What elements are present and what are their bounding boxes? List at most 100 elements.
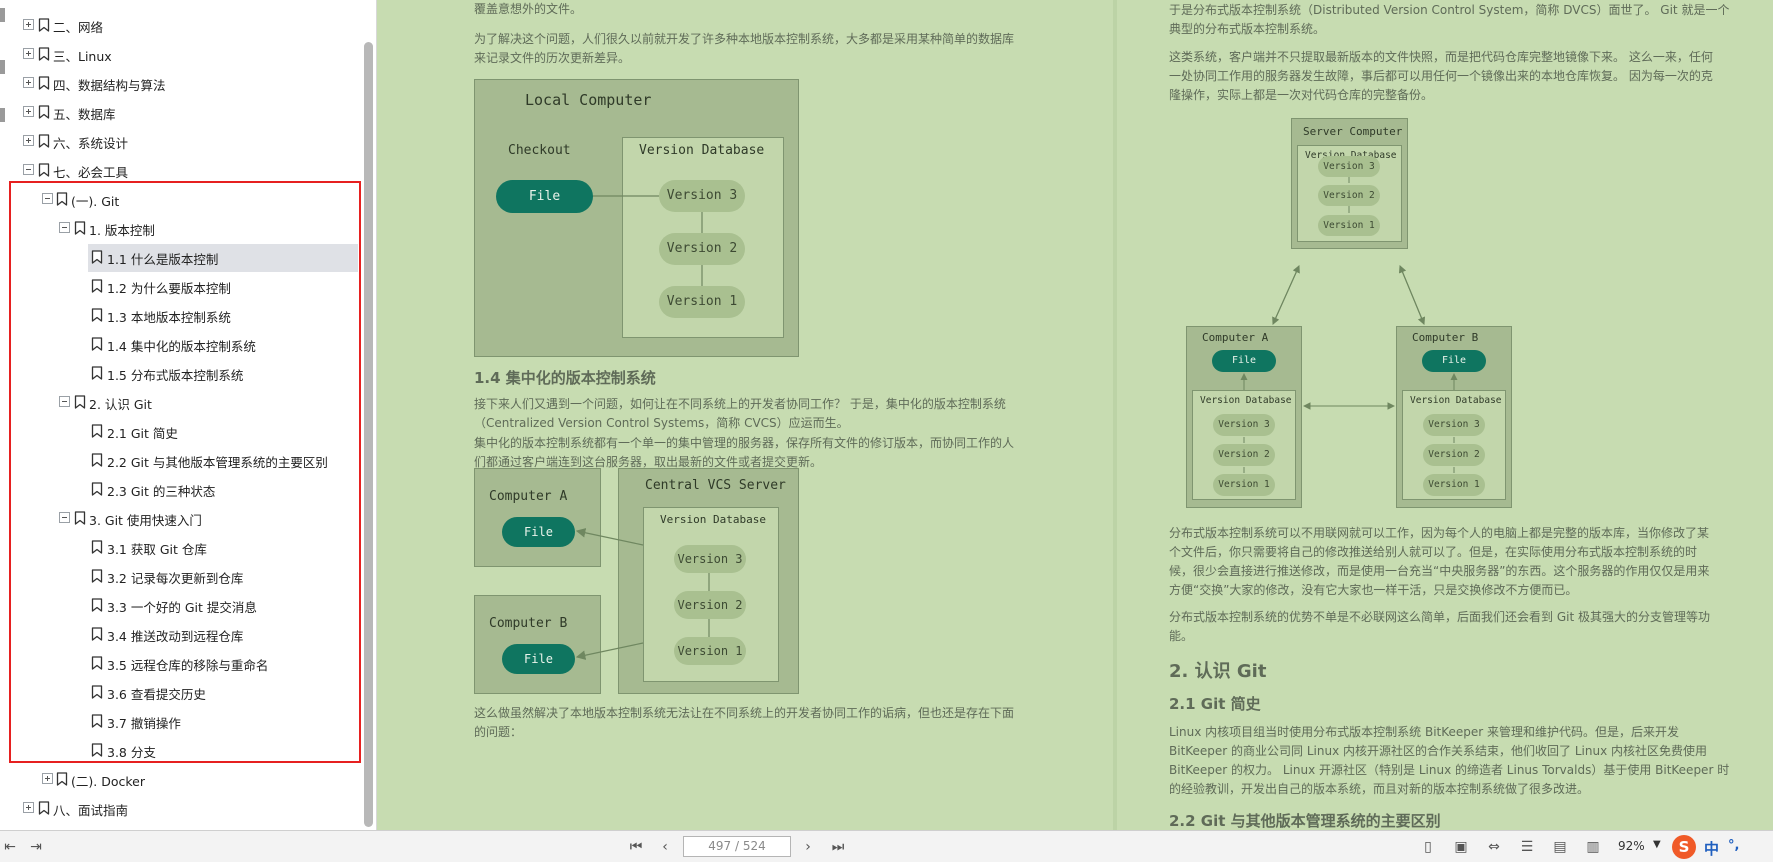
bookmark-label: (一). Git bbox=[71, 194, 120, 209]
bookmark-item[interactable]: 2.3 Git 的三种状态 bbox=[0, 475, 360, 504]
last-page-icon[interactable]: ⏭ bbox=[830, 838, 846, 856]
sidebar-toggle-icon[interactable]: ⇤ bbox=[2, 838, 18, 856]
pdf-page-left: 覆盖意想外的文件。 为了解决这个问题，人们很久以前就开发了许多种本地版本控制系统… bbox=[377, 0, 1113, 830]
page-number-input[interactable]: 497 / 524 bbox=[683, 836, 791, 857]
checkout-label: Checkout bbox=[508, 143, 571, 158]
server-computer-title: Server Computer bbox=[1303, 125, 1403, 138]
dist-a-version-1-node: Version 1 bbox=[1213, 474, 1275, 496]
fit-width-icon[interactable]: ⇔ bbox=[1486, 838, 1502, 856]
bookmark-item[interactable]: (一). Git bbox=[0, 185, 360, 214]
continuous-view-icon[interactable]: ☰ bbox=[1519, 838, 1535, 856]
collapse-icon[interactable] bbox=[42, 193, 53, 204]
computer-a-title: Computer A bbox=[489, 489, 568, 504]
bookmark-item[interactable]: 1.4 集中化的版本控制系统 bbox=[0, 330, 360, 359]
bookmark-label: 2.2 Git 与其他版本管理系统的主要区别 bbox=[107, 455, 328, 470]
bookmark-item[interactable]: 3.1 获取 Git 仓库 bbox=[0, 533, 360, 562]
collapse-icon[interactable] bbox=[59, 396, 70, 407]
scroll-view-icon[interactable]: ▤ bbox=[1552, 838, 1568, 856]
bookmark-icon bbox=[91, 540, 103, 554]
expand-icon[interactable] bbox=[23, 106, 34, 117]
bookmark-item[interactable]: 3.5 远程仓库的移除与重命名 bbox=[0, 649, 360, 678]
bookmark-item[interactable]: 2.2 Git 与其他版本管理系统的主要区别 bbox=[0, 446, 360, 475]
bookmark-item[interactable]: 三、Linux bbox=[0, 40, 360, 69]
document-view[interactable]: 覆盖意想外的文件。 为了解决这个问题，人们很久以前就开发了许多种本地版本控制系统… bbox=[377, 0, 1773, 830]
bookmark-icon bbox=[38, 134, 50, 148]
two-page-view-icon[interactable]: ▥ bbox=[1585, 838, 1601, 856]
paragraph-intro: 为了解决这个问题，人们很久以前就开发了许多种本地版本控制系统，大多都是采用某种简… bbox=[474, 30, 1014, 68]
expand-icon[interactable] bbox=[23, 19, 34, 30]
bookmark-item[interactable]: 八、面试指南 bbox=[0, 794, 360, 823]
bookmark-item[interactable]: 2. 认识 Git bbox=[0, 388, 360, 417]
expand-icon[interactable] bbox=[42, 773, 53, 784]
bookmarks-sidebar: 二、网络 三、Linux 四、数据结构与算法 五、数据库 六、系统设计七、必会工具 (一)… bbox=[0, 0, 377, 830]
bookmark-label: 3.4 推送改动到远程仓库 bbox=[107, 629, 244, 644]
expand-icon[interactable] bbox=[23, 802, 34, 813]
bookmark-item[interactable]: 四、数据结构与算法 bbox=[0, 69, 360, 98]
single-page-view-icon[interactable]: ▯ bbox=[1420, 838, 1436, 856]
bookmark-icon bbox=[91, 482, 103, 496]
bookmark-item[interactable]: 3.3 一个好的 Git 提交消息 bbox=[0, 591, 360, 620]
zoom-dropdown-icon[interactable]: ▼ bbox=[1653, 839, 1661, 850]
next-page-icon[interactable]: › bbox=[800, 838, 816, 856]
bookmark-icon bbox=[91, 743, 103, 757]
bookmark-tree: 二、网络 三、Linux 四、数据结构与算法 五、数据库 六、系统设计七、必会工具 (一)… bbox=[0, 11, 360, 823]
bookmark-item[interactable]: 六、系统设计 bbox=[0, 127, 360, 156]
bookmark-item[interactable]: 1. 版本控制 bbox=[0, 214, 360, 243]
bookmark-label: 七、必会工具 bbox=[53, 165, 129, 180]
section-heading-2-2: 2.2 Git 与其他版本管理系统的主要区别 bbox=[1169, 812, 1441, 830]
bookmark-item[interactable]: 五、数据库 bbox=[0, 98, 360, 127]
bookmark-item[interactable]: 3.4 推送改动到远程仓库 bbox=[0, 620, 360, 649]
collapse-icon[interactable] bbox=[23, 164, 34, 175]
bookmark-icon bbox=[91, 627, 103, 641]
text-line: 个文件后，你只需要将自己的修改推送给别人就可以了。但是，在实际使用分布式版本控制… bbox=[1169, 545, 1698, 559]
bookmark-label: 2.1 Git 简史 bbox=[107, 426, 178, 441]
section-heading-1-4: 1.4 集中化的版本控制系统 bbox=[474, 369, 656, 387]
bookmark-item[interactable]: 1.1 什么是版本控制 bbox=[0, 243, 360, 272]
bookmark-label: 1. 版本控制 bbox=[89, 223, 155, 238]
bookmark-item[interactable]: 七、必会工具 bbox=[0, 156, 360, 185]
first-page-icon[interactable]: ⏮ bbox=[628, 838, 644, 856]
fit-page-icon[interactable]: ▣ bbox=[1453, 838, 1469, 856]
panel-toggle-icon[interactable]: ⇥ bbox=[28, 838, 44, 856]
version-1-node: Version 1 bbox=[659, 286, 745, 318]
server-version-1-node: Version 1 bbox=[1318, 215, 1380, 236]
bookmark-label: 3.6 查看提交历史 bbox=[107, 687, 206, 702]
bookmark-item[interactable]: 3.8 分支 bbox=[0, 736, 360, 765]
bookmark-item[interactable]: 2.1 Git 简史 bbox=[0, 417, 360, 446]
bookmark-item[interactable]: 3. Git 使用快速入门 bbox=[0, 504, 360, 533]
text-line: 典型的分布式版本控制系统。 bbox=[1169, 22, 1326, 36]
collapse-icon[interactable] bbox=[59, 222, 70, 233]
computer-b-title: Computer B bbox=[489, 616, 568, 631]
bookmark-icon bbox=[91, 569, 103, 583]
expand-icon[interactable] bbox=[23, 77, 34, 88]
zoom-level[interactable]: 92% bbox=[1618, 839, 1645, 853]
bookmark-item[interactable]: 3.7 撤销操作 bbox=[0, 707, 360, 736]
previous-page-icon[interactable]: ‹ bbox=[657, 838, 673, 856]
bookmark-item[interactable]: 1.5 分布式版本控制系统 bbox=[0, 359, 360, 388]
bookmark-label: 1.2 为什么要版本控制 bbox=[107, 281, 231, 296]
sidebar-scrollbar[interactable] bbox=[364, 42, 373, 827]
bookmark-item[interactable]: (二). Docker bbox=[0, 765, 360, 794]
bookmark-label: (二). Docker bbox=[71, 774, 145, 789]
expand-icon[interactable] bbox=[23, 135, 34, 146]
text-line: 能。 bbox=[1169, 629, 1194, 643]
bookmark-item[interactable]: 1.2 为什么要版本控制 bbox=[0, 272, 360, 301]
central-version-database-title: Version Database bbox=[660, 513, 766, 526]
bookmark-item[interactable]: 3.6 查看提交历史 bbox=[0, 678, 360, 707]
text-line: 的问题： bbox=[474, 725, 523, 739]
bookmark-label: 3.5 远程仓库的移除与重命名 bbox=[107, 658, 269, 673]
bookmark-icon bbox=[91, 279, 103, 293]
bookmark-item[interactable]: 1.3 本地版本控制系统 bbox=[0, 301, 360, 330]
input-method-indicator[interactable]: S 中 °, bbox=[1672, 834, 1773, 861]
bookmark-item[interactable]: 3.2 记录每次更新到仓库 bbox=[0, 562, 360, 591]
bookmark-icon bbox=[56, 772, 68, 786]
bookmark-icon bbox=[91, 250, 103, 264]
expand-icon[interactable] bbox=[23, 48, 34, 59]
computer-b-file-node: File bbox=[502, 644, 575, 674]
collapse-icon[interactable] bbox=[59, 512, 70, 523]
bookmark-item[interactable]: 二、网络 bbox=[0, 11, 360, 40]
bookmark-label: 3.1 获取 Git 仓库 bbox=[107, 542, 207, 557]
text-line: 这么做虽然解决了本地版本控制系统无法让在不同系统上的开发者协同工作的诟病，但也还… bbox=[474, 706, 1015, 720]
bookmark-icon bbox=[91, 366, 103, 380]
bookmark-label: 3.2 记录每次更新到仓库 bbox=[107, 571, 244, 586]
